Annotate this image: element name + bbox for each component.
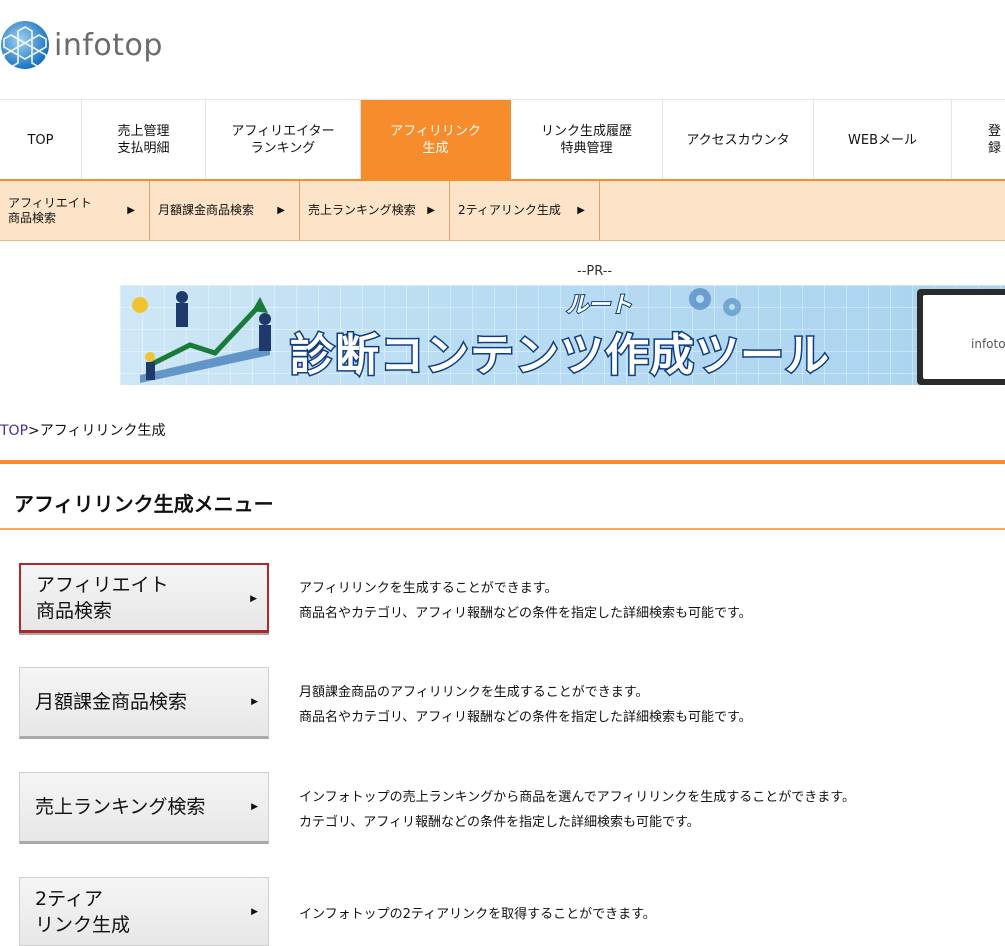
breadcrumb: TOP>アフィリリンク生成 xyxy=(0,420,165,440)
affiliate-search-button[interactable]: アフィリエイト 商品検索 ▶ xyxy=(19,563,269,633)
right-triangle-icon: ▶ xyxy=(251,802,258,812)
subnav-item-2tier-link[interactable]: 2ティアリンク生成 ▶ xyxy=(450,181,600,240)
nav-item-access-counter[interactable]: アクセスカウンタ xyxy=(663,100,814,180)
nav-item-link-history[interactable]: リンク生成履歴 特典管理 xyxy=(511,100,663,180)
pr-label: --PR-- xyxy=(577,264,613,279)
menu-button-label: アフィリエイト 商品検索 xyxy=(36,573,169,622)
right-triangle-icon: ▶ xyxy=(427,205,435,216)
main-nav: TOP 売上管理 支払明細 アフィリエイター ランキング アフィリリンク 生成 … xyxy=(0,99,1005,180)
menu-description: インフォトップの2ティアリンクを取得することができます。 xyxy=(299,907,656,922)
infotop-logo[interactable]: infotop xyxy=(0,17,163,73)
menu-button-label: 売上ランキング検索 xyxy=(35,796,206,818)
sub-nav: アフィリエイト 商品検索 ▶ 月額課金商品検索 ▶ 売上ランキング検索 ▶ 2テ… xyxy=(0,179,1005,241)
ranking-search-button[interactable]: 売上ランキング検索 ▶ xyxy=(19,772,269,844)
monthly-search-button[interactable]: 月額課金商品検索 ▶ xyxy=(19,667,269,739)
section-heading: アフィリリンク生成メニュー xyxy=(0,460,1005,530)
banner-title: 診断コンテンツ作成ツール xyxy=(289,329,831,383)
subnav-item-monthly-search[interactable]: 月額課金商品検索 ▶ xyxy=(150,181,300,240)
pr-banner[interactable]: ルート 診断コンテンツ作成ツール infotop xyxy=(120,285,1005,385)
nav-item-top[interactable]: TOP xyxy=(0,100,82,180)
subnav-label: 売上ランキング検索 xyxy=(308,203,416,217)
right-triangle-icon: ▶ xyxy=(127,205,135,216)
page-title: アフィリリンク生成メニュー xyxy=(14,492,274,516)
menu-description: インフォトップの売上ランキングから商品を選んでアフィリリンクを生成することができ… xyxy=(299,790,856,830)
globe-hex-icon xyxy=(1,21,49,69)
subnav-item-ranking-search[interactable]: 売上ランキング検索 ▶ xyxy=(300,181,450,240)
banner-subtitle: ルート xyxy=(565,292,633,319)
business-illustration-icon xyxy=(132,291,271,383)
2tier-link-button[interactable]: 2ティア リンク生成 ▶ xyxy=(19,877,269,946)
menu-button-label: 2ティア リンク生成 xyxy=(35,887,131,936)
menu-button-label: 月額課金商品検索 xyxy=(35,691,188,713)
breadcrumb-home-link[interactable]: TOP xyxy=(0,423,28,439)
logo-wordmark: infotop xyxy=(54,27,163,63)
right-triangle-icon: ▶ xyxy=(251,697,258,707)
subnav-label: 月額課金商品検索 xyxy=(158,203,255,217)
nav-item-sales[interactable]: 売上管理 支払明細 xyxy=(82,100,206,180)
monitor-brand: infotop xyxy=(971,337,1005,351)
menu-description: 月額課金商品のアフィリリンクを生成することができます。 商品名やカテゴリ、アフィ… xyxy=(299,685,752,725)
subnav-item-affiliate-search[interactable]: アフィリエイト 商品検索 ▶ xyxy=(0,181,150,240)
breadcrumb-separator: > xyxy=(28,423,40,439)
nav-item-affiliator-ranking[interactable]: アフィリエイター ランキング xyxy=(206,100,361,180)
subnav-label: 2ティアリンク生成 xyxy=(458,203,561,217)
right-triangle-icon: ▶ xyxy=(277,205,285,216)
right-triangle-icon: ▶ xyxy=(577,205,585,216)
breadcrumb-current: アフィリリンク生成 xyxy=(39,423,166,439)
right-triangle-icon: ▶ xyxy=(250,594,257,604)
nav-item-webmail[interactable]: WEBメール xyxy=(814,100,952,180)
subnav-label: アフィリエイト 商品検索 xyxy=(8,195,92,225)
site-header: infotop xyxy=(0,0,1005,100)
monitor-screen: infotop xyxy=(923,295,1005,379)
menu-description: アフィリリンクを生成することができます。 商品名やカテゴリ、アフィリ報酬などの条… xyxy=(299,581,752,621)
nav-item-register[interactable]: 登録 xyxy=(952,100,1005,180)
right-triangle-icon: ▶ xyxy=(251,907,258,917)
monitor-mockup: infotop xyxy=(917,289,1005,385)
nav-item-affiliate-link[interactable]: アフィリリンク 生成 xyxy=(361,100,511,180)
